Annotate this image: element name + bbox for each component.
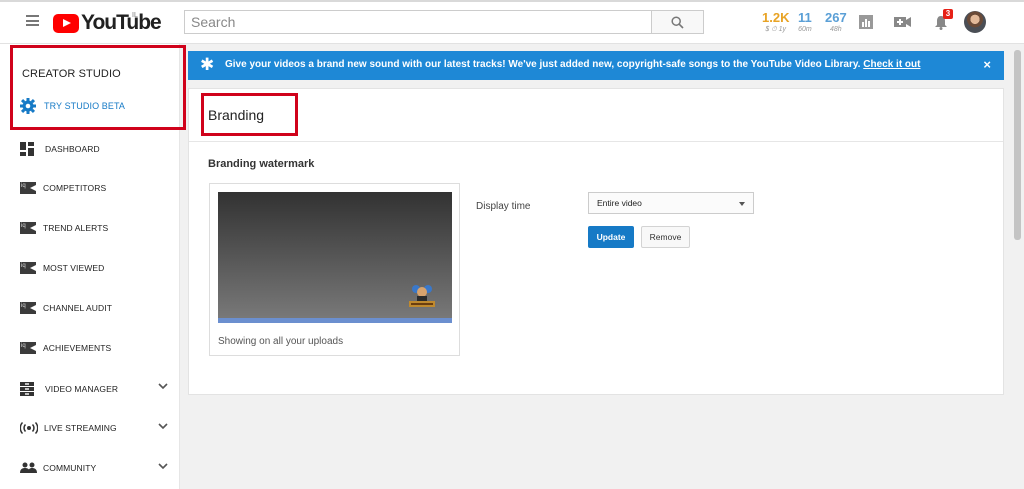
divider bbox=[189, 141, 1003, 142]
display-time-label: Display time bbox=[476, 201, 531, 212]
dashboard-icon bbox=[20, 142, 34, 156]
banner-text: Give your videos a brand new sound with … bbox=[225, 59, 861, 70]
stat-subscribers[interactable]: 1.2K $ ⏱ 1y bbox=[762, 11, 789, 34]
announcement-banner: ✱ Give your videos a brand new sound wit… bbox=[188, 51, 1004, 80]
stat-caption: 48h bbox=[830, 26, 842, 33]
scrollbar-thumb[interactable] bbox=[1014, 50, 1021, 240]
sidebar-item-label: CHANNEL AUDIT bbox=[43, 303, 112, 313]
play-logo-icon bbox=[53, 13, 79, 33]
watermark-preview: Showing on all your uploads bbox=[209, 183, 460, 356]
vidiq-icon bbox=[20, 262, 36, 274]
update-button[interactable]: Update bbox=[588, 226, 634, 248]
video-manager-icon bbox=[20, 382, 34, 396]
search-button[interactable] bbox=[651, 10, 704, 34]
stat-views[interactable]: 267 48h bbox=[825, 11, 847, 34]
section-title: Branding watermark bbox=[208, 158, 315, 170]
branding-card: Branding Branding watermark Showing on a… bbox=[188, 88, 1004, 395]
star-icon: ✱ bbox=[200, 55, 215, 74]
sidebar-item-competitors[interactable]: COMPETITORS bbox=[20, 182, 172, 194]
banner-message: Give your videos a brand new sound with … bbox=[225, 59, 920, 70]
scrollbar[interactable] bbox=[1011, 44, 1024, 489]
stat-value: 267 bbox=[825, 10, 847, 25]
highlight-box-branding bbox=[201, 93, 298, 136]
search-icon bbox=[671, 15, 684, 29]
masthead: YouTube IL 1.2K $ ⏱ 1y 11 60m 267 48h 3 bbox=[0, 0, 1024, 44]
stat-value: 11 bbox=[798, 10, 812, 25]
watermark-logo-icon bbox=[409, 285, 435, 307]
upload-button[interactable] bbox=[893, 13, 911, 31]
video-thumbnail bbox=[218, 192, 452, 323]
sidebar-item-label: MOST VIEWED bbox=[43, 263, 105, 273]
sidebar-item-trend-alerts[interactable]: TREND ALERTS bbox=[20, 222, 172, 234]
chevron-down-icon[interactable] bbox=[158, 463, 168, 470]
live-broadcast-icon bbox=[20, 422, 38, 434]
sidebar-item-label: COMMUNITY bbox=[43, 462, 97, 473]
youtube-logo[interactable]: YouTube bbox=[53, 11, 162, 34]
remove-button[interactable]: Remove bbox=[641, 226, 690, 248]
sidebar-item-achievements[interactable]: ACHIEVEMENTS bbox=[20, 342, 172, 354]
chevron-down-icon[interactable] bbox=[158, 423, 168, 430]
stat-caption: 60m bbox=[798, 26, 812, 33]
sidebar-item-label: TREND ALERTS bbox=[43, 223, 109, 233]
chevron-down-icon[interactable] bbox=[158, 383, 168, 390]
sidebar-item-video-manager[interactable]: VIDEO MANAGER bbox=[20, 382, 172, 396]
progress-bar bbox=[218, 318, 452, 323]
menu-icon[interactable] bbox=[26, 15, 39, 26]
display-time-value: Entire video bbox=[597, 198, 642, 208]
sidebar-item-dashboard[interactable]: DASHBOARD bbox=[20, 142, 172, 156]
preview-caption: Showing on all your uploads bbox=[218, 336, 344, 347]
vidiq-icon bbox=[20, 342, 36, 354]
sidebar-item-label: DASHBOARD bbox=[45, 144, 100, 154]
logo-text: YouTube bbox=[81, 11, 162, 34]
stat-realtime[interactable]: 11 60m bbox=[798, 11, 812, 34]
notification-badge: 3 bbox=[943, 9, 953, 19]
sidebar-item-community[interactable]: COMMUNITY bbox=[20, 462, 172, 473]
sidebar-item-channel-audit[interactable]: CHANNEL AUDIT bbox=[20, 302, 172, 314]
vidiq-icon bbox=[20, 182, 36, 194]
display-time-select[interactable]: Entire video bbox=[588, 192, 754, 214]
people-icon bbox=[20, 462, 37, 473]
vidiq-icon bbox=[20, 302, 36, 314]
video-camera-plus-icon bbox=[893, 17, 911, 27]
close-icon[interactable]: × bbox=[983, 58, 991, 71]
sidebar-item-label: ACHIEVEMENTS bbox=[43, 343, 112, 353]
caret-down-icon bbox=[739, 202, 745, 206]
sidebar-item-label: LIVE STREAMING bbox=[44, 423, 117, 433]
sidebar-item-live-streaming[interactable]: LIVE STREAMING bbox=[20, 422, 172, 434]
top-border bbox=[0, 0, 1024, 2]
logo-country-code: IL bbox=[132, 12, 138, 19]
stat-caption: $ ⏱ 1y bbox=[765, 26, 787, 33]
bar-chart-icon bbox=[859, 15, 873, 29]
highlight-box-creator-studio bbox=[10, 45, 186, 130]
avatar[interactable] bbox=[964, 11, 986, 33]
vidiq-icon bbox=[20, 222, 36, 234]
search-input[interactable] bbox=[184, 10, 652, 34]
sidebar-item-label: VIDEO MANAGER bbox=[45, 384, 119, 394]
sidebar-item-label: COMPETITORS bbox=[43, 183, 107, 193]
analytics-button[interactable] bbox=[857, 13, 875, 31]
stat-value: 1.2K bbox=[762, 10, 790, 25]
sidebar-item-most-viewed[interactable]: MOST VIEWED bbox=[20, 262, 172, 274]
check-it-out-link[interactable]: Check it out bbox=[863, 59, 920, 70]
